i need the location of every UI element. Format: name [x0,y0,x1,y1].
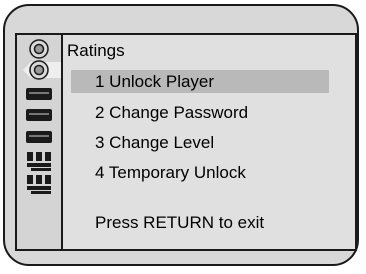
speaker-grid-icon[interactable] [17,172,61,196]
player-icon[interactable] [17,126,61,148]
speaker-grid-icon[interactable] [17,149,61,173]
menu-item-unlock-player[interactable]: 1 Unlock Player [71,70,329,93]
osd-screen: Ratings 1 Unlock Player 2 Change Passwor… [15,33,357,251]
ratings-menu: Ratings 1 Unlock Player 2 Change Passwor… [63,35,355,249]
tv-frame: Ratings 1 Unlock Player 2 Change Passwor… [3,4,359,266]
menu-item-label: 4 Temporary Unlock [95,163,246,182]
menu-title: Ratings [67,41,125,60]
disc-icon[interactable] [17,37,61,59]
exit-hint: Press RETURN to exit [95,213,265,232]
menu-item-label: 2 Change Password [95,103,249,122]
menu-item-label: 1 Unlock Player [95,72,215,91]
menu-item-change-password[interactable]: 2 Change Password [71,101,329,124]
player-icon[interactable] [17,83,61,105]
player-icon[interactable] [17,104,61,126]
settings-icon-column [17,35,63,249]
disc-icon-selected[interactable] [17,59,61,81]
menu-item-label: 3 Change Level [95,133,215,152]
menu-item-change-level[interactable]: 3 Change Level [71,131,329,154]
menu-item-temporary-unlock[interactable]: 4 Temporary Unlock [71,161,329,184]
